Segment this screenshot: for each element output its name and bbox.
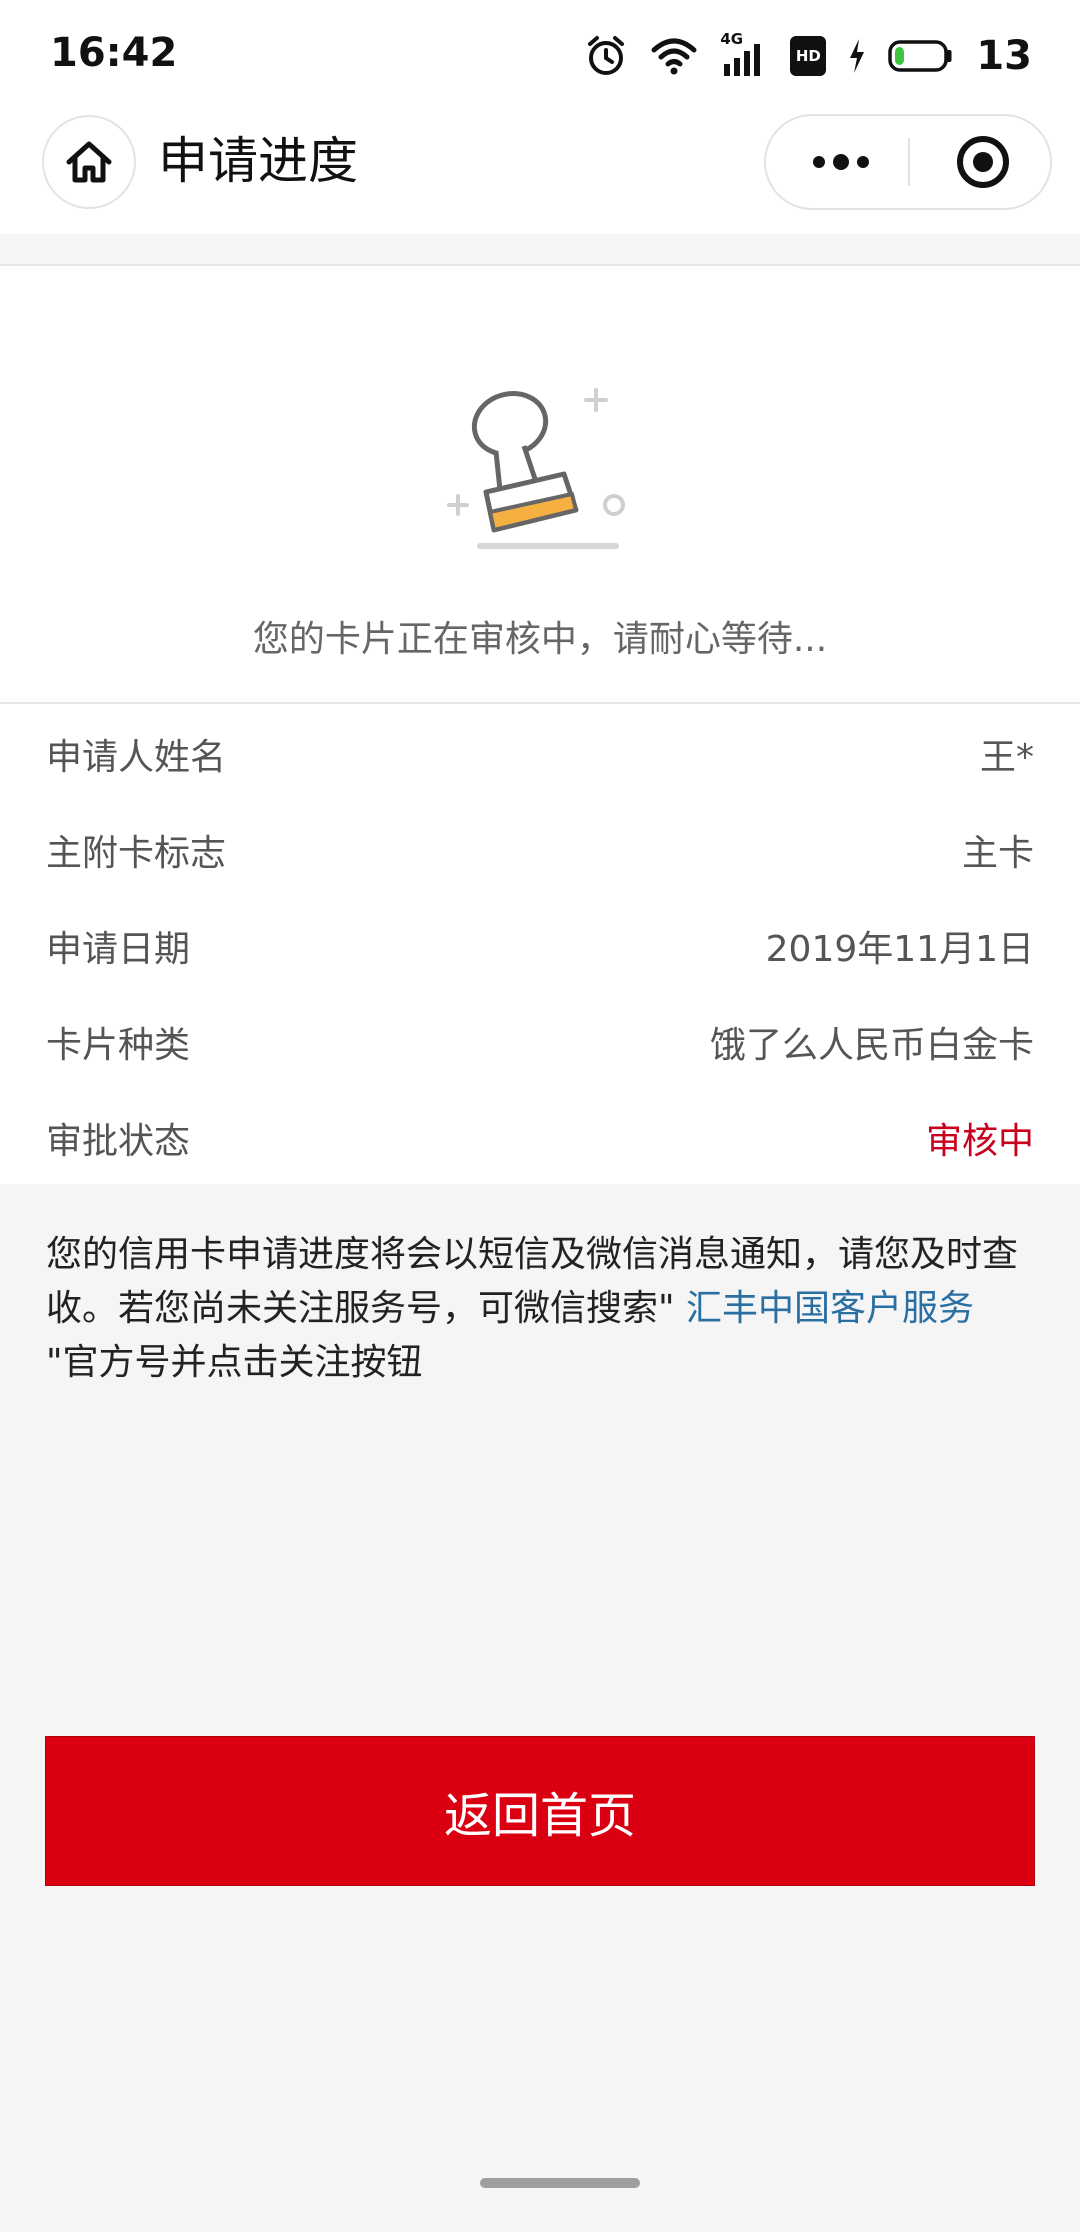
- info-value: 主卡: [961, 833, 1034, 874]
- wifi-icon: [651, 38, 697, 75]
- hd-label: HD: [795, 47, 821, 65]
- target-close-icon: [957, 136, 1009, 188]
- battery-level: 13: [976, 33, 1032, 79]
- info-label: 申请人姓名: [46, 737, 227, 778]
- info-label: 卡片种类: [46, 1025, 191, 1066]
- info-value: 饿了么人民币白金卡: [709, 1025, 1034, 1066]
- info-label: 审批状态: [46, 1121, 191, 1162]
- notice-text: 您的信用卡申请进度将会以短信及微信消息通知，请您及时查收。若您尚未关注服务号，可…: [46, 1228, 1036, 1390]
- close-miniprogram-button[interactable]: [948, 116, 1018, 208]
- home-indicator: [480, 2178, 640, 2188]
- status-badge: 审核中: [925, 1121, 1034, 1162]
- capsule-menu: [764, 114, 1052, 210]
- signal-4g-icon: 4G: [720, 30, 768, 78]
- application-info-list: 申请人姓名 王* 主附卡标志 主卡 申请日期 2019年11月1日 卡片种类 饿…: [0, 704, 1080, 1184]
- info-value: 2019年11月1日: [765, 929, 1034, 970]
- hsbc-service-account-link[interactable]: 汇丰中国客户服务: [686, 1288, 974, 1329]
- info-row-applicant-name: 申请人姓名 王*: [0, 704, 1080, 800]
- notice-text-after: "官方号并点击关注按钮: [46, 1342, 423, 1383]
- status-icons: 4G HD 13: [584, 28, 1032, 84]
- info-row-card-category: 卡片种类 饿了么人民币白金卡: [0, 992, 1080, 1088]
- home-icon: [66, 141, 112, 183]
- more-button[interactable]: [802, 116, 880, 208]
- review-status-message: 您的卡片正在审核中，请耐心等待...: [252, 619, 828, 660]
- header-bar: 申请进度: [0, 110, 1080, 234]
- page-title: 申请进度: [158, 132, 358, 190]
- info-label: 主附卡标志: [46, 833, 227, 874]
- section-divider: [0, 234, 1080, 266]
- info-value: 王*: [979, 737, 1034, 778]
- stamp-icon: [447, 388, 625, 549]
- charging-icon: [850, 39, 865, 73]
- return-home-button[interactable]: 返回首页: [45, 1736, 1035, 1886]
- status-time: 16:42: [50, 30, 178, 76]
- more-dots-icon: [813, 154, 869, 170]
- info-row-approval-status: 审批状态 审核中: [0, 1088, 1080, 1184]
- info-label: 申请日期: [46, 929, 191, 970]
- hd-icon: HD: [790, 36, 827, 76]
- status-panel: 您的卡片正在审核中，请耐心等待...: [0, 266, 1080, 704]
- home-button[interactable]: [42, 115, 136, 209]
- capsule-divider: [908, 138, 910, 186]
- battery-icon: [888, 40, 952, 72]
- info-row-card-type-flag: 主附卡标志 主卡: [0, 800, 1080, 896]
- status-bar: 16:42 4G HD 13: [0, 0, 1080, 110]
- alarm-icon: [588, 36, 625, 75]
- info-row-application-date: 申请日期 2019年11月1日: [0, 896, 1080, 992]
